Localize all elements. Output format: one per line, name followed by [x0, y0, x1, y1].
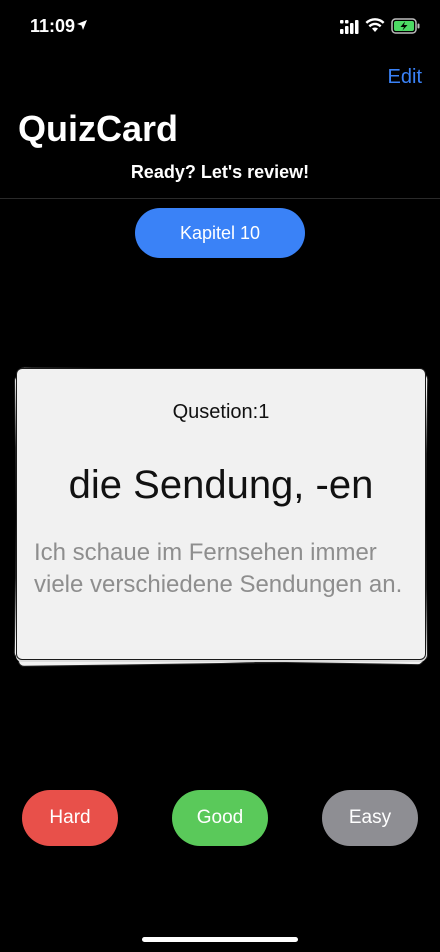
- battery-charging-icon: [391, 18, 420, 34]
- location-arrow-icon: [77, 20, 87, 30]
- quiz-screen: 11:09 Edit QuizCard Ready? Let's review!…: [0, 0, 440, 952]
- card-example-sentence: Ich schaue im Fernsehen immer viele vers…: [34, 539, 403, 598]
- easy-button[interactable]: Easy: [322, 790, 418, 846]
- edit-button[interactable]: Edit: [388, 66, 422, 89]
- chapter-button[interactable]: Kapitel 10: [135, 208, 305, 258]
- page-subtitle: Ready? Let's review!: [130, 162, 310, 182]
- question-number: Qusetion:1: [172, 401, 270, 423]
- flashcard[interactable]: Qusetion:1 die Sendung, -en Ich schaue i…: [16, 368, 426, 660]
- hard-button[interactable]: Hard: [22, 790, 118, 846]
- status-bar: 11:09: [0, 0, 440, 56]
- card-term: die Sendung, -en: [68, 463, 374, 507]
- status-time: 11:09: [30, 16, 76, 36]
- wifi-icon: [365, 18, 385, 32]
- header-divider: [0, 198, 440, 199]
- signal-icon: [340, 20, 359, 34]
- home-indicator[interactable]: [142, 937, 298, 942]
- good-button[interactable]: Good: [172, 790, 268, 846]
- page-title: QuizCard: [18, 108, 179, 149]
